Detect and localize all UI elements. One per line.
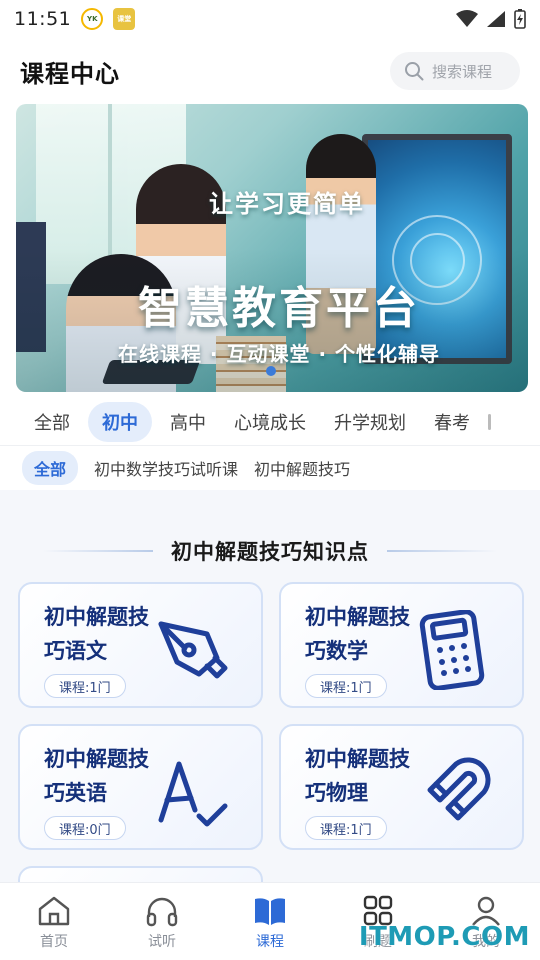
card-title: 初中解题技巧英语 [44,747,149,805]
course-count-badge: 课程:0门 [44,816,126,840]
headphones-icon [146,897,178,927]
tab-senior-high[interactable]: 高中 [160,403,216,441]
signal-icon [487,11,505,27]
status-icons [456,9,526,29]
section-title: 初中解题技巧知识点 [171,540,369,564]
nav-label: 试听 [148,934,176,950]
nav-label: 课程 [256,934,284,950]
divider [387,550,497,552]
page-title: 课程中心 [20,59,120,88]
notification-app-icon-2: 课堂 [113,8,136,30]
course-card-chinese[interactable]: 初中解题技巧语文 课程:1门 [18,582,263,708]
wifi-icon [456,10,478,27]
magnet-icon [427,757,491,821]
header: 课程中心 搜索课程 [0,46,540,96]
card-title: 初中解题技巧数学 [305,605,410,663]
banner-slogan: 让学习更简单 [209,190,365,218]
course-count-badge: 课程:1门 [44,674,126,698]
card-title: 初中解题技巧物理 [305,747,410,805]
search-placeholder: 搜索课程 [432,62,493,81]
course-card-physics[interactable]: 初中解题技巧物理 课程:1门 [279,724,524,850]
watermark: ITMOP.COM [358,922,530,952]
nav-trial[interactable]: 试听 [108,883,216,960]
divider [43,550,153,552]
course-card-partial[interactable] [18,866,263,882]
nav-home[interactable]: 首页 [0,883,108,960]
calculator-icon [419,610,485,690]
course-content[interactable]: 初中解题技巧知识点 初中解题技巧语文 课程:1门 初中解题技巧数学 课程:1门 [0,490,540,882]
promo-banner[interactable]: 让学习更简单 智慧教育平台 在线课程 · 互动课堂 · 个性化辅导 [16,104,528,392]
card-title: 初中解题技巧语文 [44,605,149,663]
category-tabs: 全部 初中 高中 心境成长 升学规划 春考 [0,398,540,446]
search-icon [405,62,424,81]
search-input[interactable]: 搜索课程 [390,52,520,90]
nav-courses[interactable]: 课程 [216,883,324,960]
nav-label: 首页 [40,934,68,950]
home-icon [38,896,70,926]
tab-spring-exam[interactable]: 春考 [424,403,480,441]
tab-all[interactable]: 全部 [24,403,80,441]
pen-nib-icon [158,621,228,679]
letter-a-check-icon [158,761,228,827]
subtab-math-trial[interactable]: 初中数学技巧试听课 [94,456,238,480]
status-time: 11:51 [14,8,72,30]
course-count-badge: 课程:1门 [305,816,387,840]
tab-junior-high[interactable]: 初中 [88,401,152,442]
tab-admission-planning[interactable]: 升学规划 [324,403,416,441]
tab-mental-growth[interactable]: 心境成长 [224,403,316,441]
course-card-english[interactable]: 初中解题技巧英语 课程:0门 [18,724,263,850]
subcategory-tabs: 全部 初中数学技巧试听课 初中解题技巧 [0,448,540,488]
course-count-badge: 课程:1门 [305,674,387,698]
course-card-math[interactable]: 初中解题技巧数学 课程:1门 [279,582,524,708]
carousel-indicator[interactable] [266,366,276,376]
subtab-all[interactable]: 全部 [22,451,79,485]
battery-icon [514,9,526,29]
banner-title: 智慧教育平台 [138,283,420,334]
subtab-problem-solving[interactable]: 初中解题技巧 [254,456,350,480]
notification-app-icon: YK [81,8,104,30]
banner-subtitle: 在线课程 · 互动课堂 · 个性化辅导 [117,342,441,366]
section-header: 初中解题技巧知识点 [0,536,540,566]
status-bar: 11:51 YK 课堂 [0,0,540,38]
tabs-overflow-indicator [488,413,491,430]
book-icon [255,898,285,925]
